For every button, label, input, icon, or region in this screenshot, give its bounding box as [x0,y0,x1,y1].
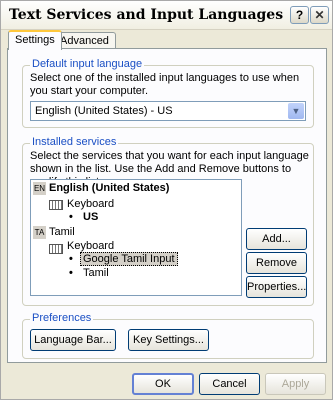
cancel-button[interactable]: Cancel [199,373,260,395]
dialog-window: Text Services and Input Languages ? ✕ Se… [0,0,333,400]
default-language-select[interactable]: English (United States) - US ▼ [30,101,306,121]
language-bar-button[interactable]: Language Bar... [30,329,116,351]
keyboard-icon [49,200,63,210]
default-language-value: English (United States) - US [35,105,173,117]
title-bar[interactable]: Text Services and Input Languages ? ✕ [1,1,332,30]
default-language-description: Select one of the installed input langua… [30,72,300,97]
tree-item-english[interactable]: English (United States) [49,182,169,194]
add-button[interactable]: Add... [246,228,307,250]
preferences-group-label: Preferences [30,312,94,324]
bullet-icon: • [69,267,73,279]
apply-button[interactable]: Apply [265,373,326,395]
tree-item-tamil-keyboard[interactable]: Keyboard [67,240,114,252]
tree-item-google-tamil-input[interactable]: Google Tamil Input [80,252,178,266]
keyboard-icon [49,244,63,254]
ok-button[interactable]: OK [132,373,194,395]
bullet-icon: • [69,253,73,265]
tree-item-tamil-service[interactable]: Tamil [83,267,109,279]
properties-button[interactable]: Properties... [246,276,307,298]
installed-services-group-label: Installed services [30,136,119,148]
default-language-group-label: Default input language [30,58,145,70]
language-code-icon: EN [33,182,46,195]
close-button[interactable]: ✕ [310,6,329,24]
bullet-icon: • [69,211,73,223]
tree-item-tamil[interactable]: Tamil [49,226,75,238]
window-title: Text Services and Input Languages [9,7,284,23]
key-settings-button[interactable]: Key Settings... [128,329,209,351]
chevron-down-icon[interactable]: ▼ [288,103,304,119]
tree-item-us[interactable]: US [83,211,98,223]
help-button[interactable]: ? [290,6,309,24]
tree-item-english-keyboard[interactable]: Keyboard [67,198,114,210]
remove-button[interactable]: Remove [246,252,307,274]
services-tree[interactable]: EN English (United States) Keyboard • US… [30,179,242,296]
language-code-icon: TA [33,226,46,239]
tab-settings[interactable]: Settings [8,30,62,50]
